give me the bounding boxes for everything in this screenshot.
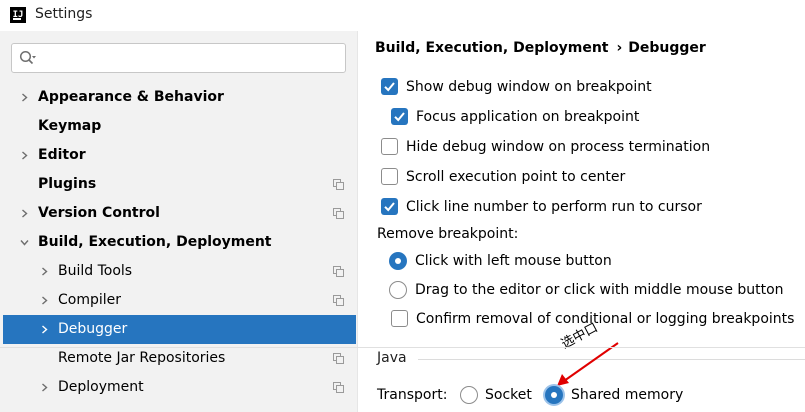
project-settings-icon <box>333 266 344 277</box>
sidebar-item-remote-jar-repositories[interactable]: Remote Jar Repositories <box>3 344 356 373</box>
socket-radio[interactable] <box>460 386 478 404</box>
show-debug-window-label: Show debug window on breakpoint <box>406 79 652 95</box>
project-settings-icon <box>333 179 344 190</box>
title-bar: IJ Settings <box>0 0 805 31</box>
chevron-right-icon[interactable] <box>40 325 49 334</box>
project-settings-icon <box>333 382 344 393</box>
sidebar-item-build-execution-deployment[interactable]: Build, Execution, Deployment <box>3 228 356 257</box>
sidebar-item-label: Editor <box>38 147 86 163</box>
sidebar-item-label: Remote Jar Repositories <box>58 350 226 366</box>
remove-breakpoint-heading: Remove breakpoint: <box>377 226 519 242</box>
search-box[interactable] <box>11 43 346 73</box>
breadcrumb: Build, Execution, Deployment › Debugger <box>375 40 706 56</box>
sidebar-item-build-tools[interactable]: Build Tools <box>3 257 356 286</box>
sidebar-item-editor[interactable]: Editor <box>3 141 356 170</box>
confirm-removal-label: Confirm removal of conditional or loggin… <box>416 311 795 327</box>
sidebar-item-label: Debugger <box>58 321 128 337</box>
focus-application-checkbox[interactable] <box>391 108 408 125</box>
left-click-radio[interactable] <box>389 252 407 270</box>
project-settings-icon <box>333 208 344 219</box>
drag-to-editor-radio[interactable] <box>389 281 407 299</box>
left-click-label: Click with left mouse button <box>415 253 612 269</box>
search-icon[interactable] <box>19 50 37 66</box>
sidebar-item-label: Build Tools <box>58 263 133 279</box>
hide-debug-window-checkbox[interactable] <box>381 138 398 155</box>
confirm-removal-checkbox[interactable] <box>391 310 408 327</box>
hide-debug-window-label: Hide debug window on process termination <box>406 139 711 155</box>
sidebar-item-label: Plugins <box>38 176 97 192</box>
app-logo-icon: IJ <box>10 7 26 23</box>
project-settings-icon <box>333 295 344 306</box>
sidebar-item-compiler[interactable]: Compiler <box>3 286 356 315</box>
chevron-right-icon[interactable] <box>40 296 49 305</box>
shared-memory-radio[interactable] <box>545 386 563 404</box>
panel-divider <box>0 347 805 348</box>
window-title: Settings <box>35 6 93 22</box>
sidebar-item-keymap[interactable]: Keymap <box>3 112 356 141</box>
chevron-down-icon[interactable] <box>20 238 29 247</box>
scroll-execution-point-label: Scroll execution point to center <box>406 169 626 185</box>
chevron-right-icon[interactable] <box>20 93 29 102</box>
click-line-number-checkbox[interactable] <box>381 198 398 215</box>
show-debug-window-checkbox[interactable] <box>381 78 398 95</box>
sidebar-item-label: Appearance & Behavior <box>38 89 224 105</box>
sidebar-item-debugger[interactable]: Debugger <box>3 315 356 344</box>
drag-to-editor-label: Drag to the editor or click with middle … <box>415 282 784 298</box>
transport-label: Transport: <box>377 387 448 403</box>
settings-sidebar: Appearance & Behavior Keymap Editor Plugins… <box>0 31 358 412</box>
sidebar-item-label: Version Control <box>38 205 160 221</box>
sidebar-item-label: Build, Execution, Deployment <box>38 234 272 250</box>
socket-label: Socket <box>485 387 532 403</box>
chevron-right-icon[interactable] <box>40 383 49 392</box>
focus-application-label: Focus application on breakpoint <box>416 109 640 125</box>
chevron-right-icon[interactable] <box>40 267 49 276</box>
sidebar-item-deployment[interactable]: Deployment <box>3 373 356 402</box>
java-section-title: Java <box>377 350 407 366</box>
breadcrumb-separator: › <box>616 40 623 56</box>
scroll-execution-point-checkbox[interactable] <box>381 168 398 185</box>
sidebar-item-label: Deployment <box>58 379 144 395</box>
search-input[interactable] <box>42 46 340 70</box>
chevron-right-icon[interactable] <box>20 151 29 160</box>
sidebar-item-plugins[interactable]: Plugins <box>3 170 356 199</box>
project-settings-icon <box>333 353 344 364</box>
sidebar-item-appearance-behavior[interactable]: Appearance & Behavior <box>3 83 356 112</box>
shared-memory-label: Shared memory <box>571 387 684 403</box>
sidebar-item-label: Compiler <box>58 292 122 308</box>
sidebar-item-label: Keymap <box>38 118 102 134</box>
debugger-settings-panel: Build, Execution, Deployment › Debugger Sh… <box>358 31 805 412</box>
sidebar-item-version-control[interactable]: Version Control <box>3 199 356 228</box>
breadcrumb-parent[interactable]: Build, Execution, Deployment <box>375 40 609 56</box>
breadcrumb-current: Debugger <box>628 40 706 56</box>
click-line-number-label: Click line number to perform run to curs… <box>406 199 702 215</box>
chevron-right-icon[interactable] <box>20 209 29 218</box>
